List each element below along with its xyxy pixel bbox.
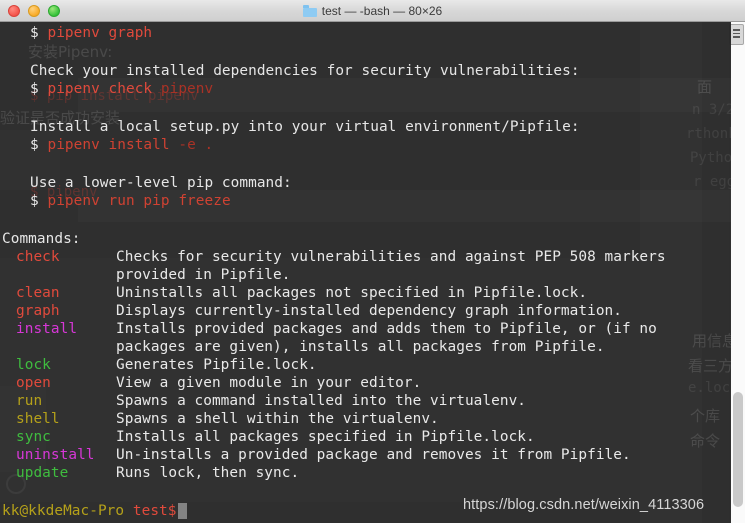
command-row: shellSpawns a shell within the virtualen… (0, 410, 439, 428)
shell-prompt-line: kk@kkdeMac-Pro test$ (0, 502, 177, 520)
command-text-graph: pipenv graph (47, 25, 152, 41)
command-name-update: update (0, 464, 116, 482)
command-name-run: run (0, 392, 116, 410)
command-row: checkChecks for security vulnerabilities… (0, 248, 666, 266)
command-description: Spawns a shell within the virtualenv. (116, 411, 439, 427)
ghost-text-frag-5: r egg (693, 174, 731, 190)
command-name-sync: sync (0, 428, 116, 446)
command-row: updateRuns lock, then sync. (0, 464, 299, 482)
watermark-url: https://blog.csdn.net/weixin_4113306 (463, 497, 704, 513)
command-row: uninstallUn-installs a provided package … (0, 446, 631, 464)
command-text-install: pipenv install (47, 137, 169, 153)
prompt-user-host: kk@kkdeMac-Pro (2, 503, 124, 519)
ghost-text-frag-2: n 3/2 (692, 102, 731, 118)
terminal-line-pip-cmd: $ pipenv run pip freeze (0, 192, 231, 210)
shell-prompt-symbol: $ (30, 137, 39, 153)
background-scrollbar-thumb[interactable] (733, 392, 743, 507)
shell-prompt-symbol: $ (30, 25, 39, 41)
command-row: syncInstalls all packages specified in P… (0, 428, 535, 446)
ghost-text-frag-9: 个库 (690, 405, 720, 426)
shell-prompt-symbol: $ (30, 193, 39, 209)
command-description: Generates Pipfile.lock. (116, 357, 317, 373)
command-name-install: install (0, 320, 116, 338)
command-row: installInstalls provided packages and ad… (0, 320, 657, 338)
command-description: provided in Pipfile. (116, 267, 290, 283)
commands-header: Commands: (0, 230, 81, 248)
command-name-shell: shell (0, 410, 116, 428)
ghost-text-frag-7: 看三方库 (688, 355, 731, 376)
command-row: packages are given), installs all packag… (0, 338, 605, 356)
ghost-reveal-column (640, 22, 702, 523)
terminal-line-install-desc: Install a local setup.py into your virtu… (0, 118, 580, 136)
window-title: test — -bash — 80×26 (322, 4, 442, 18)
folder-icon (303, 5, 317, 17)
command-name-graph: graph (0, 302, 116, 320)
command-row: lockGenerates Pipfile.lock. (0, 356, 317, 374)
terminal-content-area[interactable]: 安装Pipenv: $ pip install pipenv 验证是否成功安装 … (0, 22, 731, 523)
command-row: openView a given module in your editor. (0, 374, 421, 392)
command-description: Un-installs a provided package and remov… (116, 447, 631, 463)
command-row: provided in Pipfile. (0, 266, 290, 284)
command-name-check: check (0, 248, 116, 266)
command-description: Checks for security vulnerabilities and … (116, 249, 666, 265)
command-row: runSpawns a command installed into the v… (0, 392, 526, 410)
ghost-text-frag-3: rthonk (686, 126, 731, 142)
scrollbar-handle-icon[interactable] (729, 24, 744, 45)
window-title-group: test — -bash — 80×26 (0, 0, 745, 22)
command-row: graphDisplays currently-installed depend… (0, 302, 622, 320)
terminal-line-graph-cmd: $ pipenv graph (0, 24, 152, 42)
command-name-uninstall: uninstall (0, 446, 116, 464)
command-arg-install: -e . (178, 137, 213, 153)
command-name-open: open (0, 374, 116, 392)
command-arg-check: pipenv (161, 81, 213, 97)
command-description: View a given module in your editor. (116, 375, 421, 391)
command-row: cleanUninstalls all packages not specifi… (0, 284, 587, 302)
terminal-line-install-cmd: $ pipenv install -e . (0, 136, 213, 154)
terminal-line-pip-desc: Use a lower-level pip command: (0, 174, 292, 192)
command-name-lock: lock (0, 356, 116, 374)
prompt-directory: test (133, 503, 168, 519)
ghost-text-install-pipenv: 安装Pipenv: (28, 41, 112, 62)
shell-prompt-symbol: $ (30, 81, 39, 97)
command-text-pip-freeze: pipenv run pip freeze (47, 193, 230, 209)
ghost-text-frag-8: e.loc (688, 380, 730, 396)
ghost-text-frag-1: 面 (697, 76, 712, 97)
command-text-check: pipenv check (47, 81, 152, 97)
command-description: Installs all packages specified in Pipfi… (116, 429, 535, 445)
prompt-symbol: $ (168, 503, 177, 519)
command-description: packages are given), installs all packag… (116, 339, 605, 355)
terminal-line-check-cmd: $ pipenv check pipenv (0, 80, 213, 98)
window-title-bar[interactable]: test — -bash — 80×26 (0, 0, 745, 22)
command-name-clean: clean (0, 284, 116, 302)
terminal-window: 安装Pipenv: $ pip install pipenv 验证是否成功安装 … (0, 0, 745, 523)
ghost-text-frag-10: 命令 (690, 430, 720, 451)
ghost-text-frag-4: Pytho (690, 150, 731, 166)
ghost-text-frag-6: 用信息 (692, 330, 731, 351)
command-description: Uninstalls all packages not specified in… (116, 285, 587, 301)
command-description: Installs provided packages and adds them… (116, 321, 657, 337)
terminal-cursor (178, 503, 187, 519)
command-description: Runs lock, then sync. (116, 465, 299, 481)
terminal-line-check-desc: Check your installed dependencies for se… (0, 62, 580, 80)
command-description: Spawns a command installed into the virt… (116, 393, 526, 409)
command-description: Displays currently-installed dependency … (116, 303, 622, 319)
